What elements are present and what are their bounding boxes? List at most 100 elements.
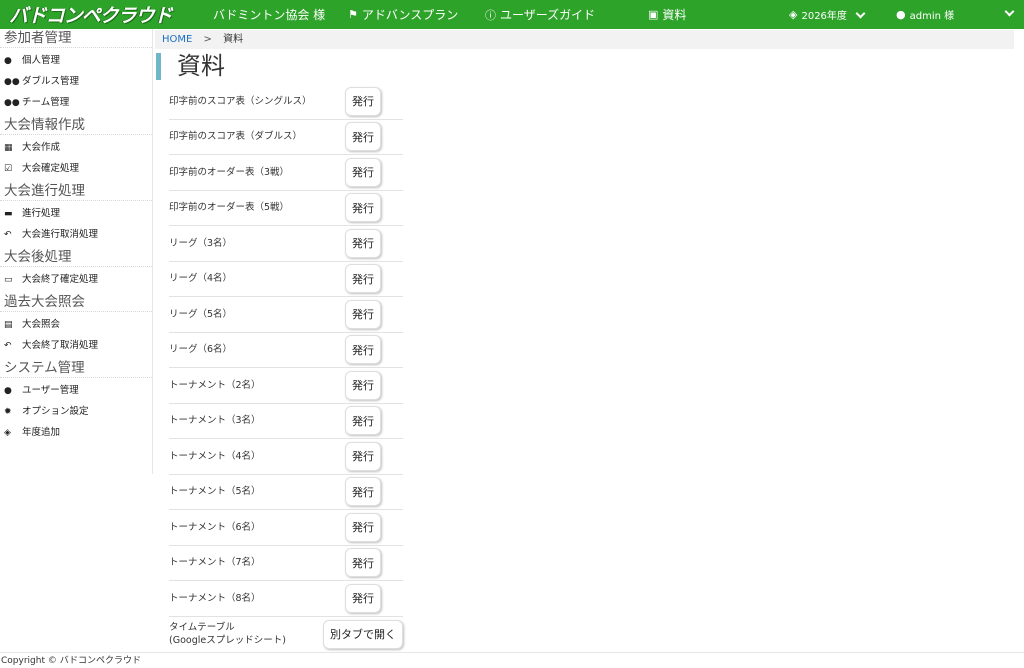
page-title: 資料	[177, 52, 225, 80]
list-item: 印字前のスコア表（シングルス） 発行	[169, 84, 403, 120]
sidebar-item-doubles[interactable]: ●● ダブルス管理	[0, 71, 152, 92]
user-dropdown[interactable]: ● admin 様	[896, 0, 954, 29]
sidebar-item-create-tournament[interactable]: ▦ 大会作成	[0, 137, 152, 158]
plan-link[interactable]: ⚑ アドバンスプラン	[348, 0, 458, 29]
gear-icon: ✹	[4, 407, 12, 417]
calendar-check-icon: ☑	[4, 164, 13, 174]
section-title-post-tournament: 大会後処理	[0, 248, 152, 267]
breadcrumb-current: 資料	[223, 34, 244, 45]
issue-button[interactable]: 発行	[345, 548, 381, 578]
issue-button[interactable]: 発行	[345, 335, 381, 365]
list-item-timetable: タイムテーブル (Googleスプレッドシート) 別タブで開く	[169, 617, 403, 653]
list-item: トーナメント（6名） 発行	[169, 510, 403, 546]
document-name: 印字前のオーダー表（3戦）	[169, 166, 290, 178]
document-name: リーグ（6名）	[169, 344, 233, 356]
sidebar-item-individuals[interactable]: ● 個人管理	[0, 50, 152, 71]
issue-button[interactable]: 発行	[345, 299, 381, 329]
document-list: 印字前のスコア表（シングルス） 発行 印字前のスコア表（ダブルス） 発行 印字前のオ…	[169, 84, 403, 653]
document-name: 印字前のスコア表（ダブルス）	[169, 131, 303, 143]
users-icon: ●●	[4, 98, 20, 108]
user-label: admin 様	[909, 11, 955, 22]
inbox-icon: ▭	[4, 275, 13, 285]
user-guide-link[interactable]: ⓘ ユーザーズガイド	[485, 0, 595, 29]
list-item: トーナメント（7名） 発行	[169, 546, 403, 581]
sidebar-item-view-tournaments[interactable]: ▤ 大会照会	[0, 314, 152, 335]
list-item: リーグ（6名） 発行	[169, 333, 403, 368]
film-icon: ▤	[4, 320, 13, 330]
timetable-line1: タイムテーブル	[169, 622, 235, 633]
user-friends-icon: ●●	[4, 77, 20, 87]
issue-button[interactable]: 発行	[345, 264, 381, 294]
issue-button[interactable]: 発行	[345, 441, 381, 471]
server-icon: ▬	[4, 209, 13, 219]
user-guide-label: ユーザーズガイド	[500, 8, 596, 22]
sidebar-item-confirm-tournament[interactable]: ☑ 大会確定処理	[0, 158, 152, 179]
user-icon: ●	[896, 8, 906, 21]
title-accent-bar	[156, 53, 161, 80]
timetable-line2: (Googleスプレッドシート)	[169, 635, 286, 646]
list-item: トーナメント（4名） 発行	[169, 439, 403, 475]
user-icon: ●	[4, 56, 12, 66]
sidebar-item-teams[interactable]: ●● チーム管理	[0, 92, 152, 113]
calendar-icon: ▦	[4, 143, 13, 153]
issue-button[interactable]: 発行	[345, 583, 381, 613]
top-navbar: バドコンペクラウド バドミントン協会 様 ⚑ アドバンスプラン ⓘ ユーザーズガ…	[0, 0, 1024, 29]
issue-button[interactable]: 発行	[345, 406, 381, 436]
list-item: 印字前のスコア表（ダブルス） 発行	[169, 120, 403, 155]
sidebar-item-cancel-finalize[interactable]: ↶ 大会終了取消処理	[0, 335, 152, 356]
issue-button[interactable]: 発行	[345, 86, 381, 116]
section-title-system: システム管理	[0, 359, 152, 378]
sidebar-item-finalize-tournament[interactable]: ▭ 大会終了確定処理	[0, 269, 152, 290]
document-name: トーナメント（7名）	[169, 557, 261, 569]
chevron-down-icon	[855, 8, 866, 18]
section-title-tournament-progress: 大会進行処理	[0, 182, 152, 201]
section-title-tournament-create: 大会情報作成	[0, 116, 152, 135]
document-name: トーナメント（3名）	[169, 415, 261, 427]
docs-link[interactable]: ▣ 資料	[648, 0, 686, 29]
document-name: トーナメント（8名）	[169, 592, 261, 604]
layers-icon: ◈	[789, 8, 798, 21]
document-name: リーグ（5名）	[169, 308, 233, 320]
user-chevron-down-icon[interactable]	[1004, 6, 1015, 17]
issue-button[interactable]: 発行	[345, 512, 381, 542]
copyright-text: Copyright © バドコンペクラウド	[1, 656, 141, 666]
user-cog-icon: ●	[4, 386, 12, 396]
timetable-name: タイムテーブル (Googleスプレッドシート)	[169, 621, 286, 647]
breadcrumb: HOME > 資料	[155, 30, 1014, 49]
sidebar-item-add-year[interactable]: ◈ 年度追加	[0, 422, 152, 443]
undo-icon: ↶	[4, 341, 12, 351]
sidebar-item-progress[interactable]: ▬ 進行処理	[0, 203, 152, 224]
breadcrumb-separator: >	[203, 34, 212, 45]
docs-label: 資料	[662, 8, 687, 22]
year-dropdown[interactable]: ◈ 2026年度	[789, 0, 866, 29]
issue-button[interactable]: 発行	[345, 477, 381, 507]
undo-icon: ↶	[4, 230, 12, 240]
info-circle-icon: ⓘ	[485, 8, 496, 22]
document-name: トーナメント（5名）	[169, 486, 261, 498]
list-item: 印字前のオーダー表（5戦） 発行	[169, 191, 403, 226]
issue-button[interactable]: 発行	[345, 122, 381, 152]
association-name: バドミントン協会 様	[213, 8, 326, 22]
sidebar-item-user-management[interactable]: ● ユーザー管理	[0, 380, 152, 401]
issue-button[interactable]: 発行	[345, 193, 381, 223]
sidebar-item-cancel-progress[interactable]: ↶ 大会進行取消処理	[0, 224, 152, 245]
issue-button[interactable]: 発行	[345, 228, 381, 258]
list-item: リーグ（4名） 発行	[169, 262, 403, 297]
document-name: リーグ（4名）	[169, 273, 233, 285]
breadcrumb-home-link[interactable]: HOME	[162, 34, 192, 45]
list-item: リーグ（3名） 発行	[169, 226, 403, 262]
document-name: トーナメント（6名）	[169, 521, 261, 533]
document-name: トーナメント（2名）	[169, 379, 261, 391]
footer: Copyright © バドコンペクラウド	[0, 652, 1024, 668]
sidebar: 参加者管理 ● 個人管理 ●● ダブルス管理 ●● チーム管理 大会情報作成 ▦ 大会作…	[0, 29, 153, 474]
issue-button[interactable]: 発行	[345, 370, 381, 400]
document-name: リーグ（3名）	[169, 237, 233, 249]
list-item: トーナメント（5名） 発行	[169, 475, 403, 510]
app-logo[interactable]: バドコンペクラウド	[6, 3, 175, 27]
document-name: トーナメント（4名）	[169, 450, 261, 462]
issue-button[interactable]: 発行	[345, 157, 381, 187]
sidebar-item-options[interactable]: ✹ オプション設定	[0, 401, 152, 422]
section-title-past-tournaments: 過去大会照会	[0, 293, 152, 312]
open-new-tab-button[interactable]: 別タブで開く	[323, 619, 403, 649]
list-item: トーナメント（2名） 発行	[169, 368, 403, 404]
